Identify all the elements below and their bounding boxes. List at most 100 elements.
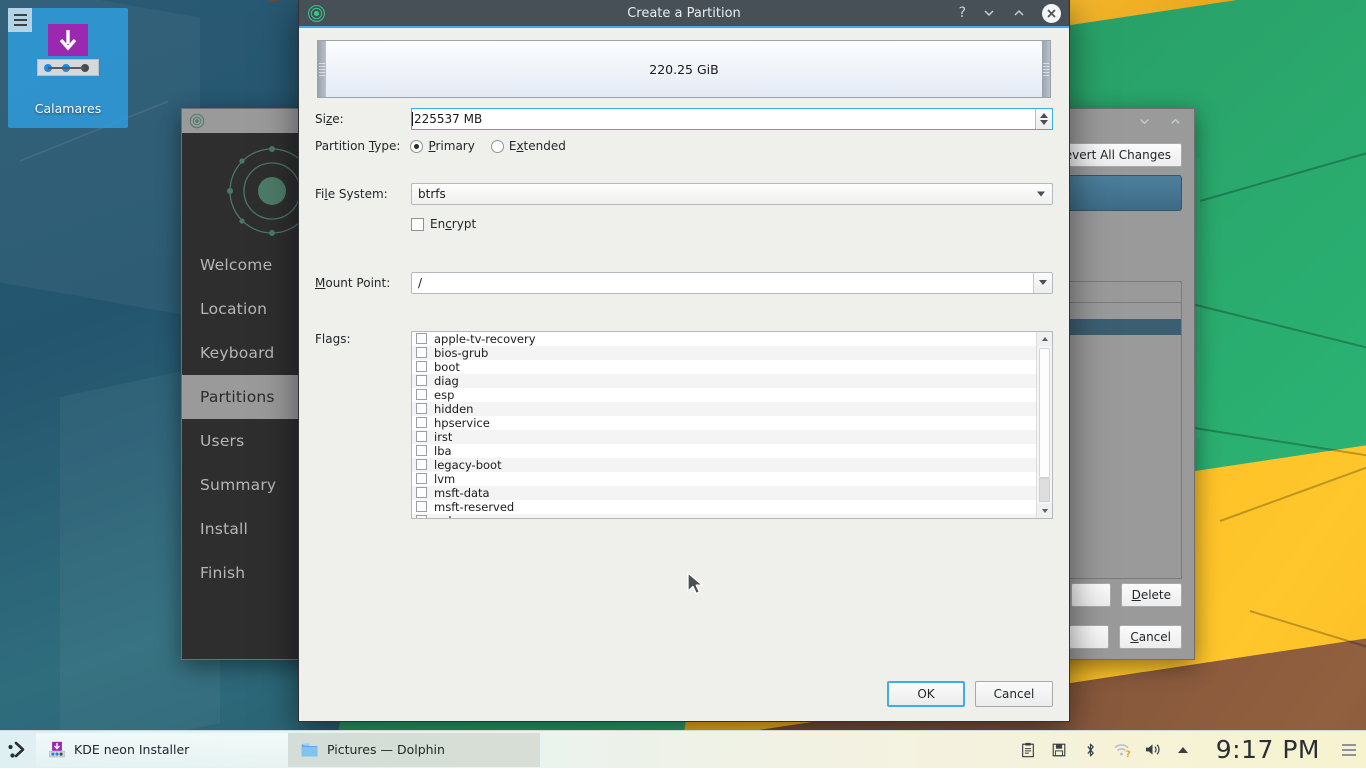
flag-checkbox[interactable] <box>416 487 427 498</box>
flag-label: boot <box>434 359 460 374</box>
revert-all-changes-button[interactable]: evert All Changes <box>1053 143 1182 167</box>
list-item[interactable]: boot <box>412 360 1052 374</box>
create-partition-dialog[interactable]: Create a Partition ? 220.25 GiB Size: 22… <box>298 0 1070 722</box>
edit-button[interactable] <box>1070 583 1111 607</box>
list-item[interactable]: diag <box>412 373 1052 388</box>
close-icon[interactable] <box>1042 3 1061 23</box>
stepper-up-icon[interactable] <box>1040 113 1048 118</box>
clock[interactable]: 9:17 PM <box>1206 735 1326 764</box>
encrypt-checkbox-box[interactable] <box>411 217 424 231</box>
flag-checkbox[interactable] <box>416 361 427 372</box>
flag-checkbox[interactable] <box>416 515 427 518</box>
list-item[interactable]: irst <box>412 429 1052 444</box>
scroll-down-icon[interactable] <box>1037 503 1052 518</box>
dialog-cancel-button[interactable]: Cancel <box>975 681 1053 707</box>
encrypt-checkbox[interactable]: Encrypt <box>411 217 476 231</box>
minimize-icon[interactable] <box>1138 115 1151 128</box>
taskbar[interactable]: KDE neon Installer Pictures — Dolphin ? <box>0 730 1366 768</box>
sidebar-item-location[interactable]: Location <box>182 287 298 331</box>
dialog-window-buttons[interactable]: ? <box>959 0 1061 26</box>
list-item[interactable]: esp <box>412 388 1052 402</box>
task-button-installer[interactable]: KDE neon Installer <box>36 732 288 767</box>
dialog-titlebar[interactable]: Create a Partition ? <box>299 0 1069 28</box>
flag-checkbox[interactable] <box>416 501 427 512</box>
minimize-icon[interactable] <box>982 6 996 20</box>
sidebar-item-keyboard[interactable]: Keyboard <box>182 331 298 375</box>
installer-nav[interactable]: Welcome Location Keyboard Partitions Use… <box>182 243 298 595</box>
task-button-dolphin[interactable]: Pictures — Dolphin <box>288 732 540 767</box>
list-item[interactable]: palo <box>412 513 1052 518</box>
size-stepper[interactable] <box>1035 109 1052 129</box>
list-item[interactable]: apple-tv-recovery <box>412 332 1052 346</box>
flag-checkbox[interactable] <box>416 347 427 358</box>
flags-scrollbar[interactable] <box>1036 331 1052 518</box>
resize-grip-right-icon[interactable] <box>1042 41 1050 97</box>
scroll-up-icon[interactable] <box>1037 331 1052 346</box>
list-item[interactable]: hpservice <box>412 416 1052 430</box>
flag-checkbox[interactable] <box>416 473 427 484</box>
sidebar-item-install[interactable]: Install <box>182 507 298 551</box>
flag-checkbox[interactable] <box>416 417 427 428</box>
application-launcher-button[interactable] <box>0 731 36 769</box>
delete-button-label: elete <box>1140 588 1171 602</box>
wifi-icon[interactable]: ? <box>1113 741 1131 760</box>
flag-checkbox[interactable] <box>416 333 427 344</box>
list-item[interactable]: hidden <box>412 401 1052 416</box>
maximize-icon[interactable] <box>1169 115 1182 128</box>
ok-button[interactable]: OK <box>887 681 965 707</box>
help-icon[interactable]: ? <box>959 5 966 21</box>
desktop[interactable]: Calamares Welcome Location Keyboard Part… <box>0 0 1366 768</box>
flags-list[interactable]: apple-tv-recovery bios-grub boot diag es… <box>411 330 1053 519</box>
flag-checkbox[interactable] <box>416 375 427 386</box>
show-hidden-icon[interactable] <box>1175 741 1192 758</box>
radio-primary[interactable]: Primary <box>410 139 475 153</box>
file-system-select[interactable]: btrfs <box>411 183 1053 205</box>
installer-cancel-button[interactable]: Cancel <box>1119 625 1182 649</box>
list-item[interactable]: msft-reserved <box>412 500 1052 514</box>
delete-button[interactable]: Delete <box>1120 583 1182 607</box>
flag-checkbox[interactable] <box>416 389 427 400</box>
file-system-label: File System: <box>315 187 388 201</box>
sidebar-item-summary[interactable]: Summary <box>182 463 298 507</box>
sidebar-item-label: Finish <box>200 564 246 582</box>
sidebar-item-users[interactable]: Users <box>182 419 298 463</box>
chevron-down-icon[interactable] <box>1037 191 1045 197</box>
mount-point-combobox[interactable]: / <box>411 271 1053 294</box>
partition-size-preview[interactable]: 220.25 GiB <box>317 40 1051 98</box>
sidebar-item-partitions[interactable]: Partitions <box>182 375 298 419</box>
system-tray[interactable]: ? 9:17 PM <box>1020 735 1366 764</box>
sidebar-item-finish[interactable]: Finish <box>182 551 298 595</box>
desktop-icon-menu-icon[interactable] <box>8 8 32 32</box>
radio-primary-indicator[interactable] <box>410 139 424 153</box>
volume-icon[interactable] <box>1144 741 1161 758</box>
list-item[interactable]: bios-grub <box>412 345 1052 360</box>
resize-grip-left-icon[interactable] <box>318 41 326 97</box>
installer-window-buttons[interactable] <box>1138 109 1182 133</box>
radio-extended-indicator[interactable] <box>490 139 504 153</box>
radio-extended[interactable]: Extended <box>490 139 566 153</box>
bluetooth-icon[interactable] <box>1082 741 1099 758</box>
sidebar-item-welcome[interactable]: Welcome <box>182 243 298 287</box>
list-item[interactable]: legacy-boot <box>412 457 1052 472</box>
clipboard-icon[interactable] <box>1020 741 1037 758</box>
mount-point-dropdown-button[interactable] <box>1033 272 1052 293</box>
file-system-row: File System: btrfs <box>315 183 1053 205</box>
flag-checkbox[interactable] <box>416 403 427 414</box>
flag-checkbox[interactable] <box>416 445 427 456</box>
scrollbar-thumb[interactable] <box>1039 347 1050 478</box>
wifi-unknown-badge: ? <box>1125 750 1131 760</box>
task-button-label: Pictures — Dolphin <box>327 742 445 757</box>
list-item[interactable]: msft-data <box>412 485 1052 500</box>
list-item[interactable]: lvm <box>412 472 1052 486</box>
list-item[interactable]: lba <box>412 444 1052 458</box>
maximize-icon[interactable] <box>1012 6 1026 20</box>
scrollbar-track[interactable] <box>1039 477 1050 502</box>
flag-checkbox[interactable] <box>416 459 427 470</box>
flag-checkbox[interactable] <box>416 431 427 442</box>
panel-menu-icon[interactable] <box>1340 743 1356 756</box>
stepper-down-icon[interactable] <box>1040 120 1048 125</box>
disk-icon[interactable] <box>1051 741 1068 758</box>
size-input[interactable]: 225537 MB <box>411 108 1053 130</box>
desktop-icon-calamares[interactable]: Calamares <box>8 8 128 128</box>
back-button[interactable] <box>1069 625 1110 649</box>
